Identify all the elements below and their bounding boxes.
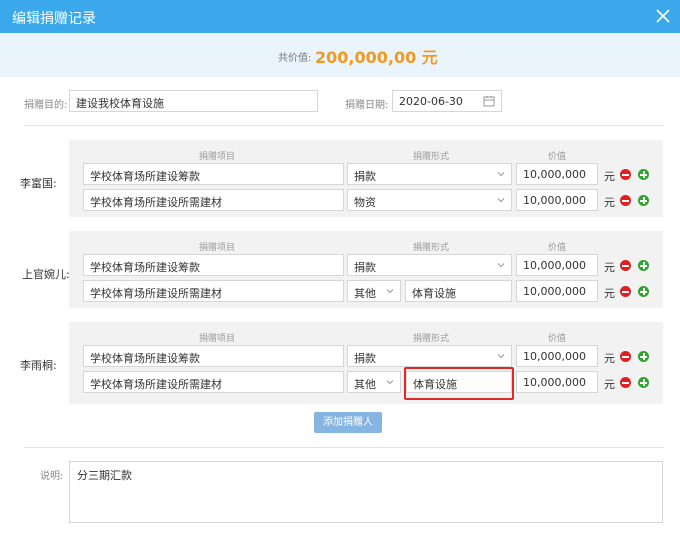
notes-textarea[interactable]: 分三期汇款 <box>69 461 663 523</box>
remove-row-icon[interactable] <box>620 260 631 271</box>
chevron-down-icon <box>497 172 505 177</box>
remove-row-icon[interactable] <box>620 286 631 297</box>
date-input[interactable]: 2020-06-30 <box>392 90 502 112</box>
column-header-value: 价值 <box>548 243 567 253</box>
unit-label: 元 <box>604 287 615 300</box>
column-header-item: 捐赠项目 <box>199 334 236 344</box>
chevron-down-icon <box>497 263 505 268</box>
date-value: 2020-06-30 <box>399 95 463 108</box>
form-select[interactable]: 捐款 <box>347 163 512 185</box>
item-input[interactable]: 学校体育场所建设筹款 <box>83 163 344 185</box>
date-label: 捐赠日期: <box>345 100 389 111</box>
column-header-value: 价值 <box>548 334 567 344</box>
column-header-form: 捐赠形式 <box>413 334 450 344</box>
chevron-down-icon <box>386 380 394 385</box>
form-select-value: 捐款 <box>354 261 376 274</box>
purpose-label: 捐赠目的: <box>24 100 68 111</box>
form-select[interactable]: 其他 <box>347 371 401 393</box>
dialog-titlebar: 编辑捐赠记录 <box>0 0 680 33</box>
add-row-icon[interactable] <box>638 169 649 180</box>
close-icon[interactable] <box>652 5 674 27</box>
other-form-input[interactable]: 体育设施 <box>405 280 512 302</box>
unit-label: 元 <box>604 170 615 183</box>
donor-name-1: 李富国: <box>20 177 57 190</box>
column-header-form: 捐赠形式 <box>413 243 450 253</box>
item-input[interactable]: 学校体育场所建设所需建材 <box>83 280 344 302</box>
chevron-down-icon <box>497 198 505 203</box>
column-header-item: 捐赠项目 <box>199 152 236 162</box>
form-select-value: 物资 <box>354 196 376 209</box>
divider <box>24 125 664 126</box>
add-row-icon[interactable] <box>638 195 649 206</box>
unit-label: 元 <box>604 378 615 391</box>
calendar-icon[interactable] <box>483 95 495 107</box>
unit-label: 元 <box>604 261 615 274</box>
remove-row-icon[interactable] <box>620 195 631 206</box>
form-select-value: 其他 <box>354 378 376 391</box>
donor-name-3: 李雨桐: <box>20 359 57 372</box>
form-select-value: 捐款 <box>354 352 376 365</box>
value-input[interactable]: 10,000,000 <box>516 371 598 393</box>
remove-row-icon[interactable] <box>620 169 631 180</box>
add-donor-button[interactable]: 添加捐赠人 <box>314 412 382 433</box>
value-input[interactable]: 10,000,000 <box>516 163 598 185</box>
value-input[interactable]: 10,000,000 <box>516 345 598 367</box>
total-value: 200,000,00 元 <box>315 48 438 67</box>
column-header-value: 价值 <box>548 152 567 162</box>
add-row-icon[interactable] <box>638 377 649 388</box>
column-header-form: 捐赠形式 <box>413 152 450 162</box>
column-header-item: 捐赠项目 <box>199 243 236 253</box>
form-select[interactable]: 捐款 <box>347 254 512 276</box>
total-summary: 共价值: 200,000,00 元 <box>0 33 680 77</box>
form-select[interactable]: 其他 <box>347 280 401 302</box>
item-input[interactable]: 学校体育场所建设所需建材 <box>83 189 344 211</box>
purpose-input[interactable]: 建设我校体育设施 <box>69 90 318 112</box>
notes-label: 说明: <box>40 471 64 482</box>
chevron-down-icon <box>497 354 505 359</box>
item-input[interactable]: 学校体育场所建设筹款 <box>83 345 344 367</box>
unit-label: 元 <box>604 196 615 209</box>
remove-row-icon[interactable] <box>620 351 631 362</box>
item-input[interactable]: 学校体育场所建设所需建材 <box>83 371 344 393</box>
divider <box>24 447 664 448</box>
add-row-icon[interactable] <box>638 286 649 297</box>
form-select-value: 捐款 <box>354 170 376 183</box>
total-label: 共价值: <box>278 53 312 64</box>
form-select-value: 其他 <box>354 287 376 300</box>
donor-name-2: 上官婉儿: <box>22 268 70 281</box>
add-row-icon[interactable] <box>638 260 649 271</box>
other-form-input[interactable]: 体育设施 <box>406 371 512 393</box>
unit-label: 元 <box>604 352 615 365</box>
form-select[interactable]: 捐款 <box>347 345 512 367</box>
donor-group-1: 捐赠项目 捐赠形式 价值 学校体育场所建设筹款 捐款 10,000,000 元 … <box>69 140 663 217</box>
form-select[interactable]: 物资 <box>347 189 512 211</box>
value-input[interactable]: 10,000,000 <box>516 189 598 211</box>
item-input[interactable]: 学校体育场所建设筹款 <box>83 254 344 276</box>
value-input[interactable]: 10,000,000 <box>516 280 598 302</box>
value-input[interactable]: 10,000,000 <box>516 254 598 276</box>
remove-row-icon[interactable] <box>620 377 631 388</box>
donor-group-3: 捐赠项目 捐赠形式 价值 学校体育场所建设筹款 捐款 10,000,000 元 … <box>69 322 663 404</box>
donor-group-2: 捐赠项目 捐赠形式 价值 学校体育场所建设筹款 捐款 10,000,000 元 … <box>69 231 663 308</box>
dialog-title: 编辑捐赠记录 <box>12 11 96 27</box>
chevron-down-icon <box>386 289 394 294</box>
add-row-icon[interactable] <box>638 351 649 362</box>
